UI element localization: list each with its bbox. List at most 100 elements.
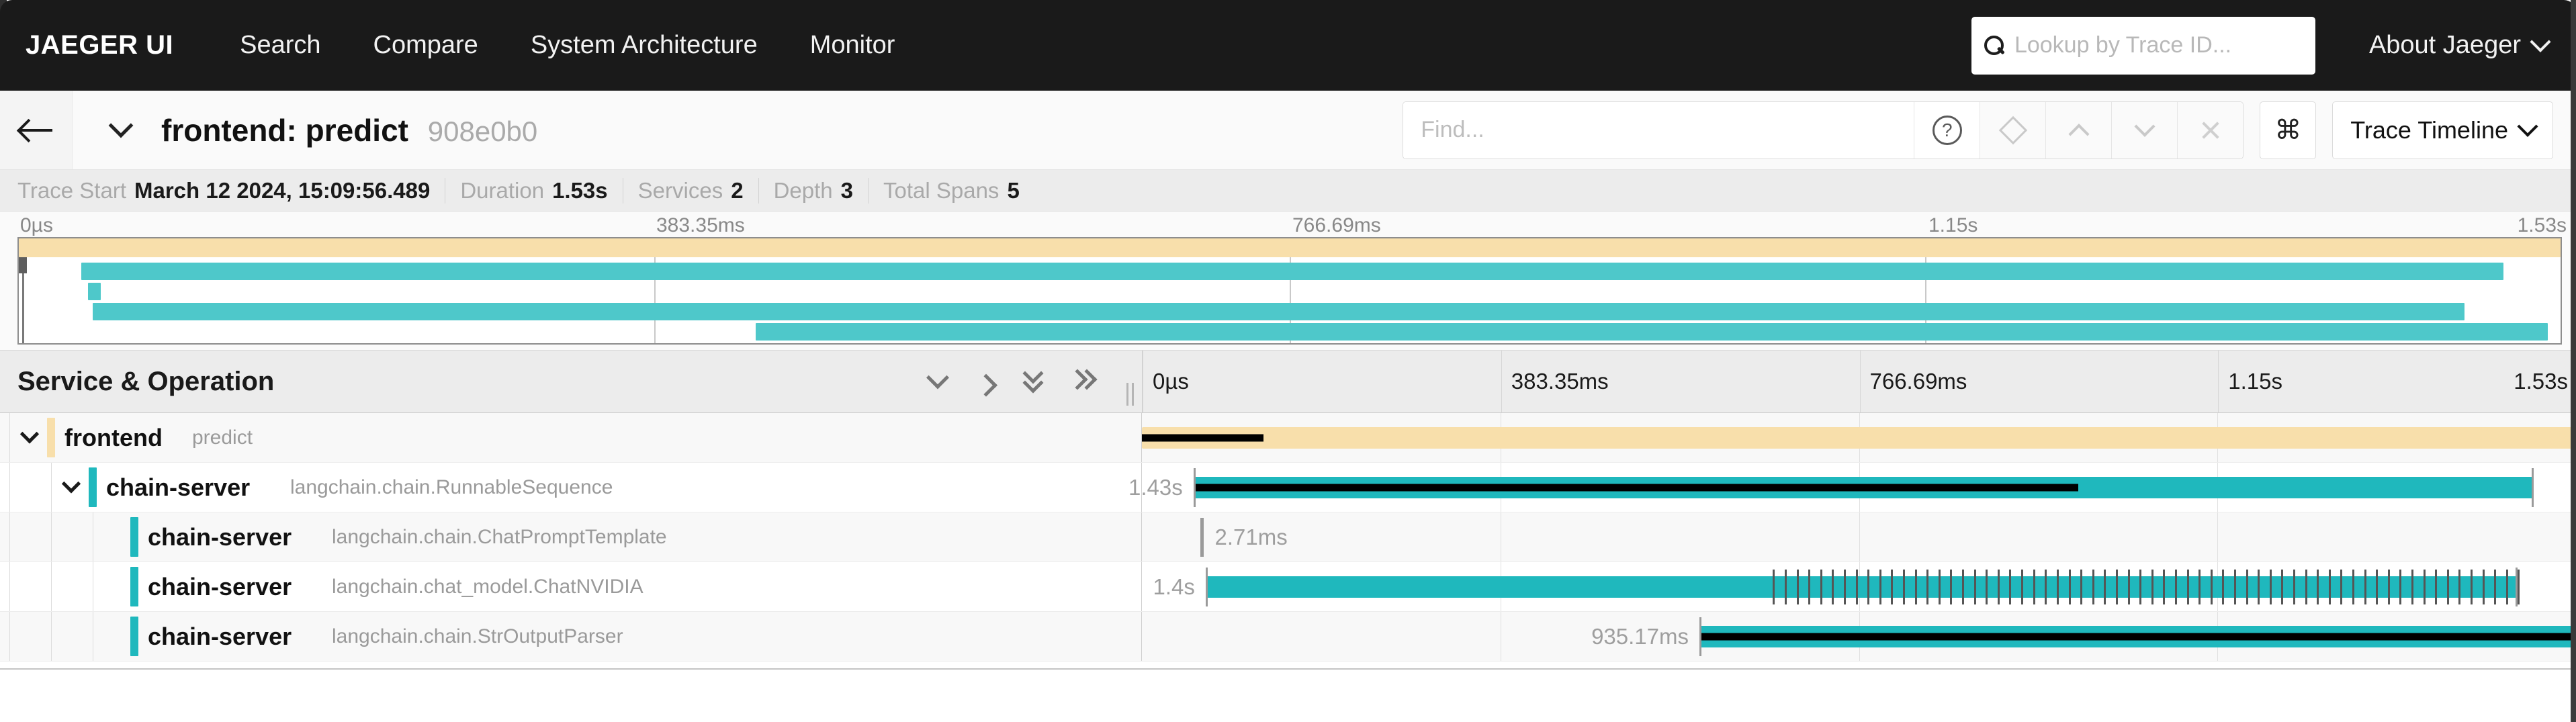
span-log-marker <box>2340 569 2343 604</box>
span-log-marker <box>1938 569 1941 604</box>
span-row[interactable]: chain-server langchain.chain.StrOutputPar… <box>0 612 2576 662</box>
span-bar-cell[interactable]: 2.71ms <box>1142 512 2576 561</box>
crosshair-icon <box>1998 116 2027 144</box>
span-depth-guide <box>9 463 10 512</box>
span-log-marker <box>1997 569 2000 604</box>
span-log-marker <box>1808 569 1811 604</box>
view-mode-select[interactable]: Trace Timeline <box>2332 101 2553 159</box>
span-label-cell[interactable]: chain-server langchain.chain.ChatPromptTe… <box>0 512 1142 561</box>
column-title: Service & Operation <box>17 366 275 396</box>
trace-start-item: Trace Start March 12 2024, 15:09:56 .489 <box>0 177 446 204</box>
view-mode-label: Trace Timeline <box>2350 116 2508 144</box>
expand-one-level-button[interactable] <box>924 365 951 398</box>
span-row[interactable]: frontend predict <box>0 413 2576 463</box>
span-log-marker <box>2092 569 2094 604</box>
trace-id-lookup-input[interactable]: Lookup by Trace ID... <box>1971 16 2315 75</box>
span-duration-bar[interactable] <box>1142 426 2576 449</box>
span-log-marker <box>2518 569 2520 604</box>
next-match-button[interactable] <box>2111 101 2178 159</box>
nav-link-monitor[interactable]: Monitor <box>784 31 922 60</box>
span-bar-cell[interactable]: 935.17ms <box>1142 612 2576 661</box>
minimap-canvas[interactable] <box>17 237 2562 345</box>
focus-match-button[interactable] <box>1980 101 2046 159</box>
total-spans-label: Total Spans <box>883 177 1000 203</box>
span-log-marker <box>2258 569 2260 604</box>
nav-link-system-architecture[interactable]: System Architecture <box>504 31 784 60</box>
chevron-down-icon <box>926 366 949 390</box>
span-service-name[interactable]: chain-server <box>148 523 292 551</box>
span-log-marker <box>2364 569 2366 604</box>
minimap-span-bar <box>93 303 2464 320</box>
duration-item: Duration 1.53s <box>445 177 623 204</box>
span-duration-label: 2.71ms <box>1214 524 1288 549</box>
timeline-ticks-header: 0µs 383.35ms 766.69ms 1.15s 1.53s <box>1142 351 2576 412</box>
trace-minimap[interactable]: 0µs 383.35ms 766.69ms 1.15s 1.53s <box>0 212 2576 351</box>
minimap-viewport-edge-left[interactable] <box>22 273 24 343</box>
span-log-marker <box>2056 569 2059 604</box>
find-input[interactable]: Find... <box>1403 101 1914 159</box>
prev-match-button[interactable] <box>2045 101 2112 159</box>
collapse-all-button[interactable] <box>1067 365 1098 398</box>
services-item: Services 2 <box>623 177 759 204</box>
span-log-marker <box>1773 569 1775 604</box>
keyboard-shortcuts-button[interactable]: ⌘ <box>2260 101 2317 159</box>
span-label-cell[interactable]: frontend predict <box>0 413 1142 462</box>
find-toolbar: Find... ? <box>1403 101 2244 159</box>
span-service-name[interactable]: frontend <box>64 424 163 452</box>
span-log-marker <box>2246 569 2248 604</box>
span-log-marker <box>2068 569 2071 604</box>
child-span-indicator <box>1142 434 1264 441</box>
span-expand-toggle[interactable] <box>56 473 86 502</box>
depth-label: Depth <box>773 177 833 203</box>
span-log-marker <box>1796 569 1799 604</box>
span-log-marker <box>2293 569 2295 604</box>
span-bar-cell[interactable] <box>1142 413 2576 462</box>
page-title[interactable]: frontend: predict 908e0b0 <box>161 112 537 148</box>
span-log-marker <box>2139 569 2142 604</box>
span-label-cell[interactable]: chain-server langchain.chain.RunnableSequ… <box>0 463 1142 512</box>
back-button[interactable] <box>0 91 73 169</box>
span-depth-guide <box>51 512 52 561</box>
span-duration-bar[interactable] <box>1205 576 2518 598</box>
collapse-one-level-button[interactable] <box>973 365 1000 398</box>
span-log-marker <box>2021 569 2024 604</box>
span-row[interactable]: chain-server langchain.chain.ChatPromptTe… <box>0 512 2576 562</box>
about-jaeger-menu[interactable]: About Jaeger <box>2369 31 2551 60</box>
span-bar-cell[interactable]: 1.43s <box>1128 463 2576 512</box>
nav-links: Search Compare System Architecture Monit… <box>214 31 921 60</box>
span-log-marker <box>1867 569 1870 604</box>
span-operation-name: langchain.chat_model.ChatNVIDIA <box>332 575 643 598</box>
span-expand-toggle[interactable] <box>15 423 44 453</box>
find-help-button[interactable]: ? <box>1914 101 1980 159</box>
span-duration-bar[interactable] <box>1699 625 2576 647</box>
span-service-name[interactable]: chain-server <box>106 473 250 502</box>
span-duration-bar[interactable] <box>1193 476 2534 498</box>
span-row[interactable]: chain-server langchain.chain.RunnableSequ… <box>0 463 2576 512</box>
service-color-swatch <box>47 418 55 457</box>
trace-header-bar: frontend: predict 908e0b0 Find... ? ⌘ Tr… <box>0 91 2576 170</box>
span-depth-guide <box>9 562 10 611</box>
span-operation-name: langchain.chain.ChatPromptTemplate <box>332 525 667 548</box>
span-operation-name: langchain.chain.RunnableSequence <box>290 476 613 498</box>
clear-search-button[interactable] <box>2177 101 2244 159</box>
span-label-cell[interactable]: chain-server langchain.chain.StrOutputPar… <box>0 612 1142 661</box>
expand-all-button[interactable] <box>1021 363 1048 398</box>
span-log-marker <box>2328 569 2331 604</box>
minimap-span-bar <box>756 323 2548 341</box>
nav-link-compare[interactable]: Compare <box>347 31 504 60</box>
minimap-span-bar <box>87 283 101 300</box>
span-log-marker <box>1820 569 1822 604</box>
span-depth-guide <box>9 512 10 561</box>
trace-summary-bar: Trace Start March 12 2024, 15:09:56 .489… <box>0 170 2576 212</box>
span-row[interactable]: chain-server langchain.chat_model.ChatNVI… <box>0 562 2576 612</box>
span-bar-cell[interactable]: 1.4s <box>1142 562 2576 611</box>
span-start-marker <box>1205 567 1208 606</box>
span-log-marker <box>1891 569 1894 604</box>
span-service-name[interactable]: chain-server <box>148 623 292 651</box>
span-label-cell[interactable]: chain-server langchain.chat_model.ChatNVI… <box>0 562 1142 611</box>
column-resize-handle[interactable] <box>1124 383 1137 406</box>
span-service-name[interactable]: chain-server <box>148 573 292 601</box>
jaeger-brand-logo[interactable]: JAEGER UI <box>26 30 173 60</box>
trace-detail-toggle[interactable] <box>105 113 137 146</box>
nav-link-search[interactable]: Search <box>214 31 347 60</box>
